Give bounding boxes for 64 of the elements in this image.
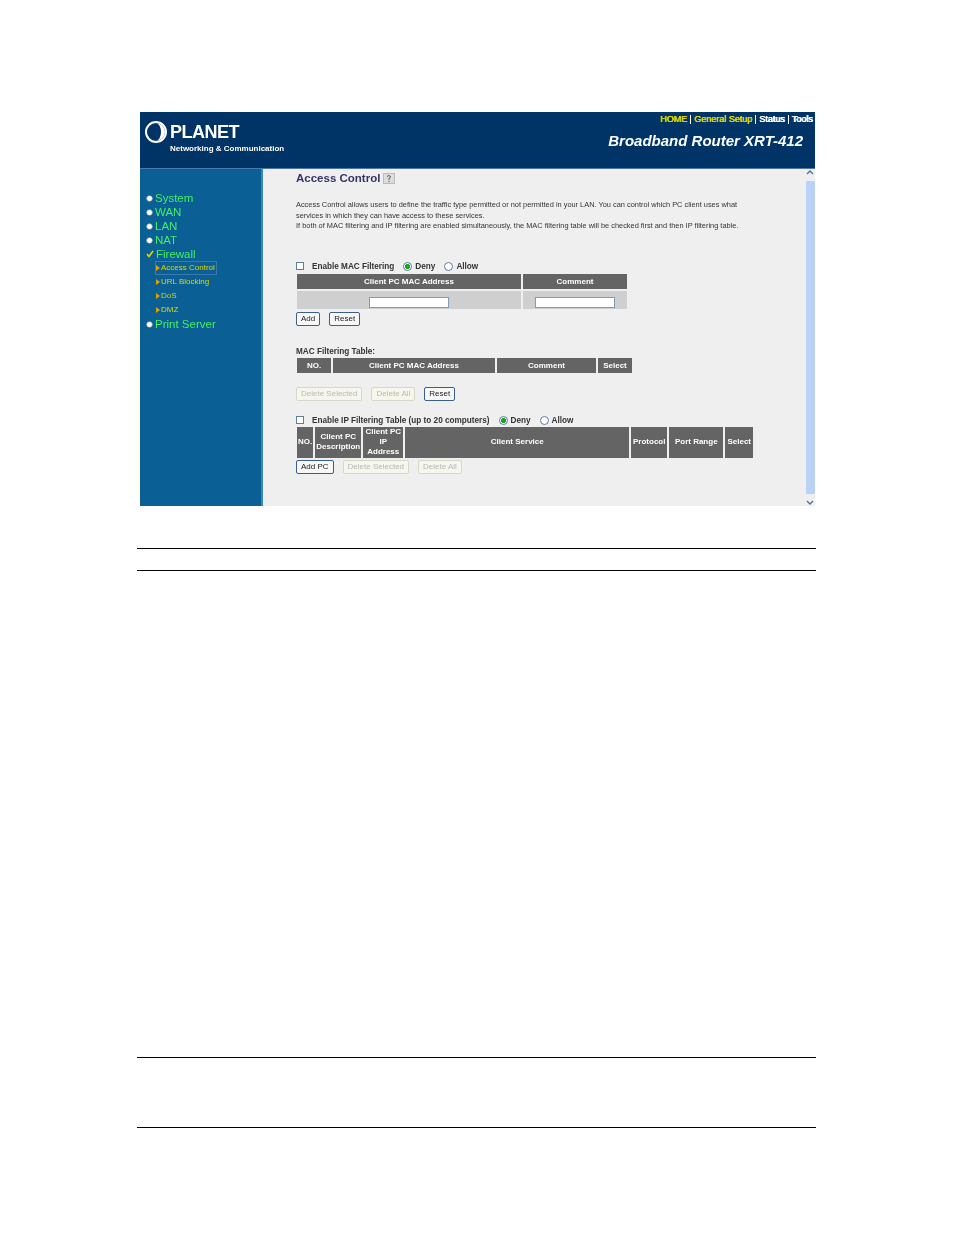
submenu-item[interactable]: DMZ [155, 303, 181, 317]
menu-item[interactable]: Firewall [156, 247, 196, 261]
checkmark-icon [146, 250, 154, 258]
globe-logo-icon [144, 120, 168, 144]
brand-tagline: Networking & Communication [170, 144, 285, 153]
triangle-icon [156, 279, 160, 285]
column-header: Comment [523, 273, 627, 289]
radio-button[interactable] [403, 261, 413, 271]
form-button[interactable]: Add PC [296, 459, 334, 474]
checkbox[interactable] [296, 416, 304, 424]
form-button[interactable]: Reset [424, 386, 456, 401]
bullet-icon [146, 236, 153, 244]
scroll-up-icon[interactable] [806, 169, 814, 176]
radio-label: Allow [456, 261, 479, 271]
checkbox-label: Enable IP Filtering Table (up to 20 computers) [312, 415, 490, 425]
page-title: Access Control [296, 172, 381, 184]
bullet-icon [146, 208, 153, 216]
menu-item[interactable]: NAT [155, 233, 178, 247]
radio-label: Allow [551, 415, 574, 425]
bullet-icon [146, 222, 153, 230]
triangle-icon [156, 307, 160, 313]
submenu-item[interactable]: Access Control [155, 261, 217, 275]
triangle-icon [156, 293, 160, 299]
column-header: Comment [497, 357, 596, 373]
bullet-icon [146, 320, 153, 328]
checkbox[interactable] [296, 262, 304, 270]
submenu-item[interactable]: URL Blocking [155, 275, 212, 289]
column-header: Port Range [669, 426, 724, 458]
column-header: Protocol [631, 426, 668, 458]
text-field[interactable] [535, 296, 615, 308]
scroll-down-icon[interactable] [806, 499, 814, 506]
brand-logo-text: PLANET [170, 122, 239, 142]
column-header: Client Service [405, 426, 630, 458]
radio-label: Deny [415, 261, 436, 271]
column-header: Client PC MAC Address [333, 357, 495, 373]
menu-item[interactable]: LAN [155, 219, 178, 233]
menu-item[interactable]: WAN [155, 205, 182, 219]
help-icon[interactable] [383, 172, 396, 184]
nav-link[interactable]: HOME [660, 114, 688, 124]
column-header: Select [598, 357, 632, 373]
column-header: NO. [297, 426, 314, 458]
section-title: MAC Filtering Table: [296, 346, 376, 356]
menu-item[interactable]: Print Server [155, 317, 216, 331]
bullet-icon [146, 194, 153, 202]
menu-item[interactable]: System [155, 191, 194, 205]
radio-label: Deny [510, 415, 531, 425]
column-header: Select [725, 426, 754, 458]
form-button[interactable]: Add [296, 311, 321, 326]
column-header: Client PC MAC Address [297, 273, 521, 289]
form-button[interactable]: Reset [329, 311, 361, 326]
submenu-item[interactable]: DoS [155, 289, 179, 303]
nav-link[interactable]: General Setup [694, 114, 753, 124]
checkbox-label: Enable MAC Filtering [312, 261, 395, 271]
column-header: Client PC IP Address [363, 426, 404, 458]
radio-button[interactable] [539, 415, 549, 425]
text-field[interactable] [369, 296, 449, 308]
column-header: NO. [297, 357, 331, 373]
column-header: Client PC Description [315, 426, 362, 458]
radio-button[interactable] [444, 261, 454, 271]
nav-link[interactable]: Status [759, 114, 785, 124]
product-title: Broadband Router XRT-412 [608, 132, 803, 149]
radio-button[interactable] [498, 415, 508, 425]
triangle-icon [156, 265, 160, 271]
nav-link[interactable]: Tools [792, 114, 813, 124]
